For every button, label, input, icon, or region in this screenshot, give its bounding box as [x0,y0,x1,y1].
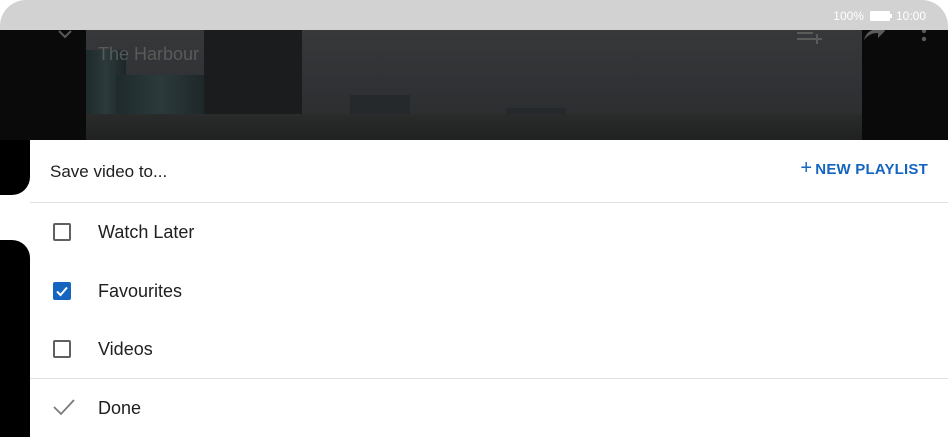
status-indicators: 100% 10:00 [833,9,926,23]
status-bar: 100% 10:00 [0,0,948,30]
playlist-label: Watch Later [98,221,195,242]
new-playlist-button[interactable]: + NEW PLAYLIST [800,157,928,179]
more-vert-icon[interactable] [921,30,927,47]
device-bezel [0,240,30,437]
battery-icon [869,11,892,21]
add-to-queue-icon[interactable] [797,30,823,49]
done-button[interactable] [30,379,948,437]
bezel-cutout [0,195,30,240]
video-player[interactable]: The Harbour [0,30,948,140]
checkbox-watch-later[interactable] [53,223,71,241]
check-icon [52,397,76,422]
chevron-down-icon[interactable] [58,30,72,45]
sheet-header: Save video to... + NEW PLAYLIST [30,140,948,203]
playlist-label: Videos [98,338,153,359]
playlist-item-watch-later[interactable]: Watch Later [30,203,948,261]
device-screen: 100% 10:00 The Harbour Save video to... … [0,0,948,437]
save-to-playlist-sheet: Save video to... + NEW PLAYLIST Watch La… [30,140,948,437]
device-bezel [0,140,30,195]
share-icon[interactable] [862,30,886,45]
plus-icon: + [800,157,813,179]
checkbox-videos[interactable] [53,340,71,358]
battery-percent: 100% [833,9,864,23]
new-playlist-label: NEW PLAYLIST [815,161,928,178]
skyline [86,114,862,140]
done-label: Done [98,398,142,418]
playlist-item-videos[interactable]: Videos [30,320,948,378]
video-title: The Harbour [98,44,200,64]
checkbox-favourites[interactable] [53,282,71,300]
playlist-item-favourites[interactable]: Favourites [30,262,948,320]
clock: 10:00 [895,9,926,23]
video-frame [86,30,862,140]
sheet-title: Save video to... [50,162,168,181]
check-icon [56,286,68,297]
playlist-label: Favourites [98,280,183,301]
